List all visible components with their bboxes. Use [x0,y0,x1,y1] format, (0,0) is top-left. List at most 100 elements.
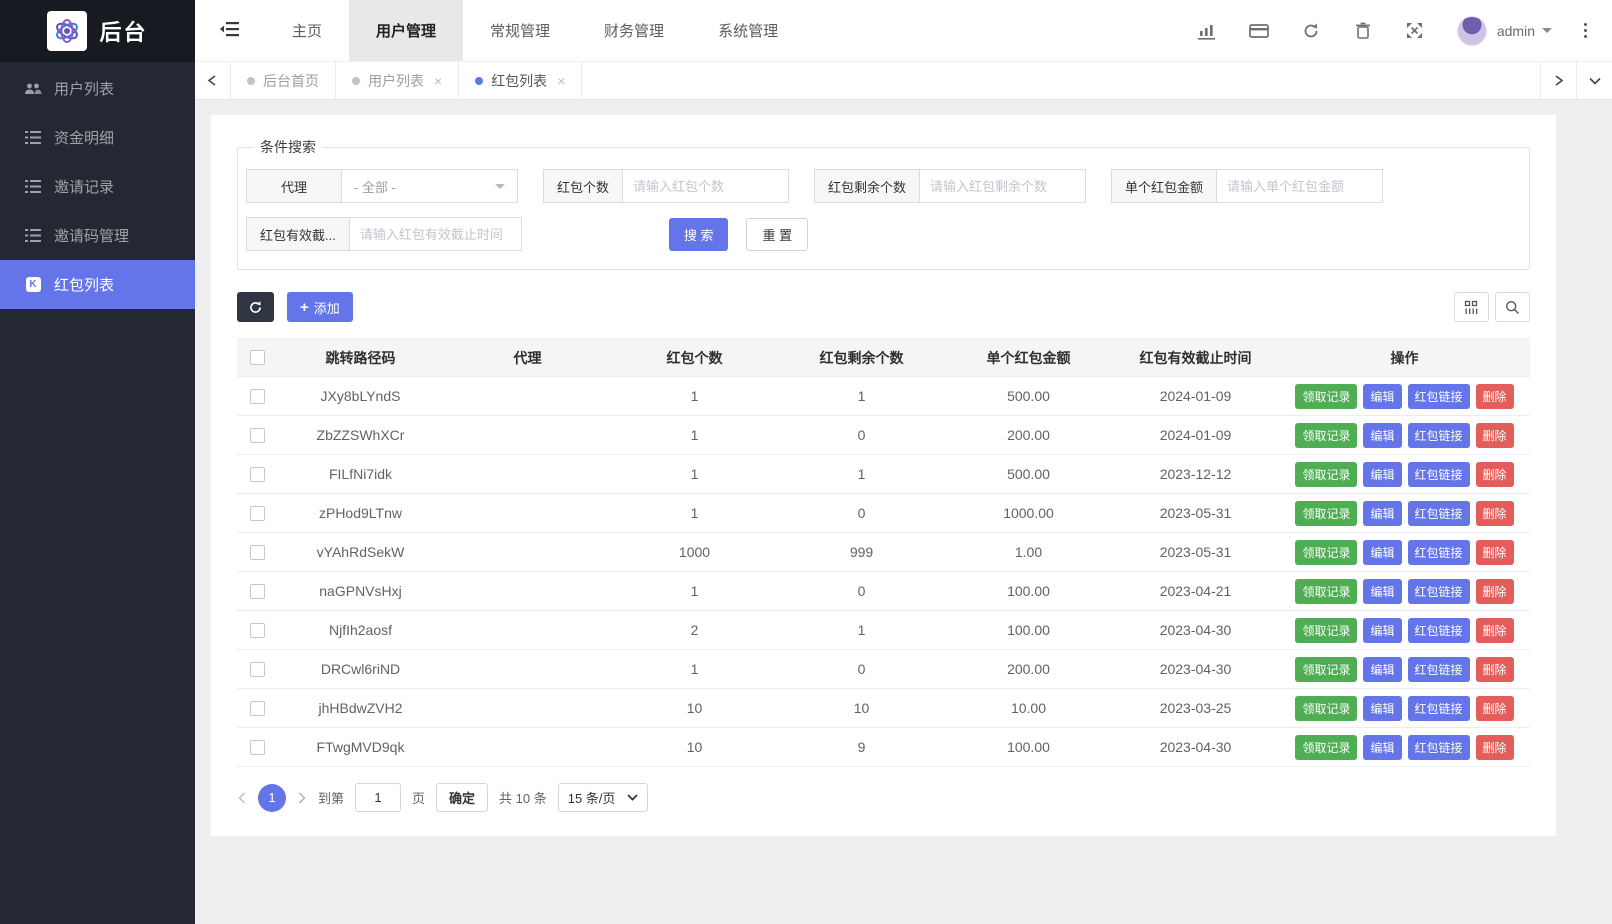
row-checkbox[interactable] [250,584,265,599]
packet-deadline-group: 红包有效截... [246,217,522,251]
columns-toggle-button[interactable] [1454,292,1489,322]
edit-button[interactable]: 编辑 [1363,618,1401,643]
tab-red-packet-list[interactable]: 红包列表 × [459,62,582,99]
confirm-page-button[interactable]: 确定 [436,783,488,812]
row-checkbox[interactable] [250,701,265,716]
row-checkbox[interactable] [250,545,265,560]
edit-button[interactable]: 编辑 [1363,423,1401,448]
row-checkbox[interactable] [250,662,265,677]
claim-records-button[interactable]: 领取记录 [1295,735,1357,760]
packet-amount-input[interactable] [1217,169,1383,203]
packet-deadline-input[interactable] [350,217,522,251]
packet-link-button[interactable]: 红包链接 [1408,423,1470,448]
edit-button[interactable]: 编辑 [1363,501,1401,526]
row-checkbox[interactable] [250,389,265,404]
sidebar-item-funds-detail[interactable]: 资金明细 [0,113,195,162]
nav-user-management[interactable]: 用户管理 [349,0,463,61]
claim-records-button[interactable]: 领取记录 [1295,696,1357,721]
claim-records-button[interactable]: 领取记录 [1295,540,1357,565]
row-checkbox[interactable] [250,428,265,443]
next-page-button[interactable] [297,792,307,804]
nav-general-management[interactable]: 常规管理 [463,0,577,61]
refresh-button-top[interactable] [1285,0,1337,62]
edit-button[interactable]: 编辑 [1363,735,1401,760]
delete-button[interactable]: 删除 [1476,462,1514,487]
packet-link-button[interactable]: 红包链接 [1408,696,1470,721]
packet-link-button[interactable]: 红包链接 [1408,618,1470,643]
row-select-cell [237,416,277,455]
sidebar-item-invite-code-mgmt[interactable]: 邀请码管理 [0,211,195,260]
bar-chart-button[interactable] [1181,0,1233,62]
delete-button[interactable]: 删除 [1476,501,1514,526]
delete-button[interactable]: 删除 [1476,618,1514,643]
tab-close-icon[interactable]: × [557,73,565,89]
trash-button[interactable] [1337,0,1389,62]
refresh-table-button[interactable] [237,292,274,322]
add-button[interactable]: + 添加 [287,292,353,322]
edit-button[interactable]: 编辑 [1363,540,1401,565]
tab-close-icon[interactable]: × [434,73,442,89]
sidebar-item-red-packet-list[interactable]: K 红包列表 [0,260,195,309]
page-size-select[interactable]: 15 条/页 [558,783,649,812]
app-logo[interactable]: 后台 [0,0,195,62]
packet-link-button[interactable]: 红包链接 [1408,462,1470,487]
delete-button[interactable]: 删除 [1476,696,1514,721]
claim-records-button[interactable]: 领取记录 [1295,501,1357,526]
tabs-menu-button[interactable] [1576,62,1612,99]
delete-button[interactable]: 删除 [1476,657,1514,682]
edit-button[interactable]: 编辑 [1363,462,1401,487]
goto-page-input[interactable] [355,783,401,812]
agent-select[interactable]: - 全部 - [342,169,518,203]
edit-button[interactable]: 编辑 [1363,696,1401,721]
page-1-button[interactable]: 1 [258,784,286,812]
select-all-checkbox[interactable] [250,350,265,365]
user-avatar[interactable] [1457,16,1487,46]
claim-records-button[interactable]: 领取记录 [1295,618,1357,643]
nav-home[interactable]: 主页 [265,0,349,61]
packet-link-button[interactable]: 红包链接 [1408,735,1470,760]
row-checkbox[interactable] [250,467,265,482]
kebab-menu-button[interactable] [1572,0,1598,62]
packet-link-button[interactable]: 红包链接 [1408,384,1470,409]
claim-records-button[interactable]: 领取记录 [1295,384,1357,409]
packet-link-button[interactable]: 红包链接 [1408,579,1470,604]
sidebar-item-invite-records[interactable]: 邀请记录 [0,162,195,211]
edit-button[interactable]: 编辑 [1363,579,1401,604]
packet-count-input[interactable] [623,169,789,203]
nav-finance-management[interactable]: 财务管理 [577,0,691,61]
row-checkbox[interactable] [250,740,265,755]
bank-card-button[interactable] [1233,0,1285,62]
packet-link-button[interactable]: 红包链接 [1408,501,1470,526]
claim-records-button[interactable]: 领取记录 [1295,462,1357,487]
sidebar-toggle-button[interactable] [195,0,265,61]
delete-button[interactable]: 删除 [1476,735,1514,760]
delete-button[interactable]: 删除 [1476,423,1514,448]
claim-records-button[interactable]: 领取记录 [1295,423,1357,448]
delete-button[interactable]: 删除 [1476,540,1514,565]
packet-remaining-input[interactable] [920,169,1086,203]
delete-button[interactable]: 删除 [1476,579,1514,604]
fullscreen-button[interactable] [1389,0,1441,62]
tab-user-list[interactable]: 用户列表 × [336,62,459,99]
search-toggle-button[interactable] [1495,292,1530,322]
user-menu[interactable]: admin [1497,23,1552,39]
row-checkbox[interactable] [250,506,265,521]
packet-link-button[interactable]: 红包链接 [1408,540,1470,565]
nav-system-management[interactable]: 系统管理 [691,0,805,61]
edit-button[interactable]: 编辑 [1363,657,1401,682]
cell-packet-amount: 100.00 [945,728,1112,767]
sidebar-item-user-list[interactable]: 用户列表 [0,64,195,113]
search-button[interactable]: 搜 索 [669,218,729,251]
edit-button[interactable]: 编辑 [1363,384,1401,409]
packet-link-button[interactable]: 红包链接 [1408,657,1470,682]
tab-dashboard-home[interactable]: 后台首页 [231,62,336,99]
claim-records-button[interactable]: 领取记录 [1295,657,1357,682]
tabs-scroll-left-button[interactable] [195,62,231,99]
tabs-scroll-right-button[interactable] [1540,62,1576,99]
row-checkbox[interactable] [250,623,265,638]
claim-records-button[interactable]: 领取记录 [1295,579,1357,604]
reset-button[interactable]: 重 置 [746,218,808,251]
row-actions-cell: 领取记录编辑红包链接删除 [1279,572,1530,611]
delete-button[interactable]: 删除 [1476,384,1514,409]
prev-page-button[interactable] [237,792,247,804]
